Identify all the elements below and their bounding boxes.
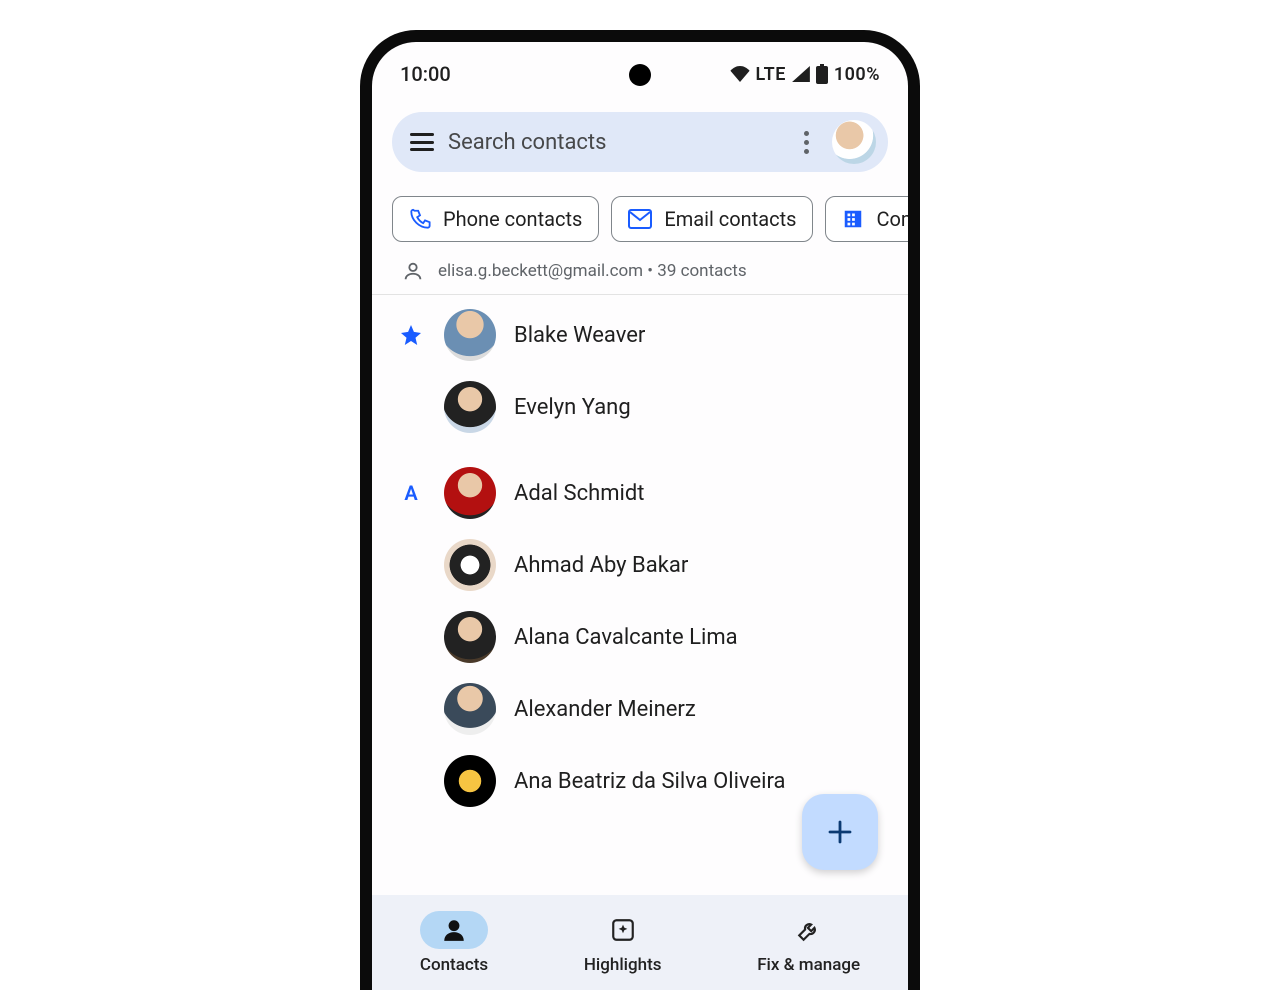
contact-avatar xyxy=(444,309,496,361)
sparkle-frame-icon xyxy=(610,917,636,943)
bottom-nav: Contacts Highlights Fix & manage xyxy=(372,895,908,990)
section-letter: A xyxy=(404,481,417,505)
building-icon xyxy=(842,208,864,230)
search-placeholder: Search contacts xyxy=(448,130,780,155)
network-label: LTE xyxy=(756,64,786,85)
star-icon xyxy=(399,323,423,347)
nav-highlights[interactable]: Highlights xyxy=(584,911,662,975)
nav-label: Highlights xyxy=(584,955,662,975)
person-filled-icon xyxy=(441,917,467,943)
contact-avatar xyxy=(444,611,496,663)
battery-icon xyxy=(816,64,828,84)
contact-list[interactable]: Blake Weaver Evelyn Yang A Adal Schmidt … xyxy=(372,295,908,817)
signal-icon xyxy=(792,66,810,82)
mail-icon xyxy=(628,209,652,229)
contact-avatar xyxy=(444,381,496,433)
contact-row[interactable]: Blake Weaver xyxy=(372,299,908,371)
contact-avatar xyxy=(444,683,496,735)
more-icon[interactable] xyxy=(794,131,818,154)
contact-row[interactable]: Alexander Meinerz xyxy=(372,673,908,745)
wifi-icon xyxy=(730,66,750,82)
contact-avatar xyxy=(444,539,496,591)
contact-name: Ana Beatriz da Silva Oliveira xyxy=(514,769,786,794)
separator: • xyxy=(643,261,657,281)
chip-label: Phone contacts xyxy=(443,207,582,231)
filter-chip-row: Phone contacts Email contacts Com xyxy=(372,172,908,254)
search-bar[interactable]: Search contacts xyxy=(392,112,888,172)
contact-row[interactable]: A Adal Schmidt xyxy=(372,457,908,529)
contact-name: Alexander Meinerz xyxy=(514,697,696,722)
contact-count: 39 contacts xyxy=(657,261,746,281)
contact-row[interactable]: Alana Cavalcante Lima xyxy=(372,601,908,673)
chip-company-contacts[interactable]: Com xyxy=(825,196,908,242)
contact-row[interactable]: Ahmad Aby Bakar xyxy=(372,529,908,601)
contact-name: Evelyn Yang xyxy=(514,395,631,420)
contact-name: Ahmad Aby Bakar xyxy=(514,553,688,578)
nav-fix-manage[interactable]: Fix & manage xyxy=(757,911,860,975)
phone-icon xyxy=(409,208,431,230)
plus-icon xyxy=(824,816,856,848)
person-icon xyxy=(402,260,424,282)
account-email: elisa.g.beckett@gmail.com xyxy=(438,261,643,281)
nav-label: Fix & manage xyxy=(757,955,860,975)
account-summary: elisa.g.beckett@gmail.com • 39 contacts xyxy=(372,254,908,294)
contact-avatar xyxy=(444,755,496,807)
contact-avatar xyxy=(444,467,496,519)
wrench-icon xyxy=(796,917,822,943)
nav-label: Contacts xyxy=(420,955,488,975)
battery-label: 100% xyxy=(834,64,880,85)
contact-name: Blake Weaver xyxy=(514,323,645,348)
phone-frame: 10:00 LTE 100% Search contacts Phone con… xyxy=(360,30,920,990)
contact-name: Adal Schmidt xyxy=(514,481,644,506)
menu-icon[interactable] xyxy=(410,133,434,151)
chip-label: Com xyxy=(876,207,908,231)
camera-cutout xyxy=(629,64,651,86)
chip-phone-contacts[interactable]: Phone contacts xyxy=(392,196,599,242)
contact-row[interactable]: Evelyn Yang xyxy=(372,371,908,443)
account-avatar[interactable] xyxy=(832,120,876,164)
nav-contacts[interactable]: Contacts xyxy=(420,911,488,975)
chip-label: Email contacts xyxy=(664,207,796,231)
status-time: 10:00 xyxy=(400,62,451,86)
contact-name: Alana Cavalcante Lima xyxy=(514,625,738,650)
add-contact-fab[interactable] xyxy=(802,794,878,870)
chip-email-contacts[interactable]: Email contacts xyxy=(611,196,813,242)
